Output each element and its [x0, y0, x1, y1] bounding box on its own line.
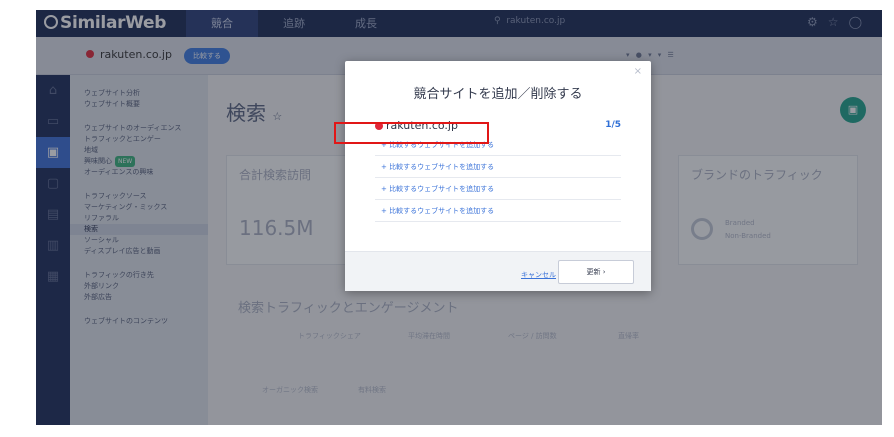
app-window: SimilarWeb 競合 追跡 成長 ⚲ rakuten.co.jp ⚙☆◯ … [36, 10, 882, 425]
add-website-row[interactable]: + 比較するウェブサイトを追加する [375, 156, 621, 178]
modal-title: 競合サイトを追加／削除する [413, 87, 583, 102]
add-website-link[interactable]: + 比較するウェブサイトを追加する [381, 206, 494, 216]
highlight-box [334, 122, 489, 144]
close-icon[interactable]: × [634, 66, 642, 77]
add-website-row[interactable]: + 比較するウェブサイトを追加する [375, 178, 621, 200]
competitors-modal: × 競合サイトを追加／削除する rakuten.co.jp 1/5 + 比較する… [345, 61, 651, 291]
cancel-link[interactable]: キャンセル [521, 270, 556, 280]
add-website-row[interactable]: + 比較するウェブサイトを追加する [375, 200, 621, 222]
update-button[interactable]: 更新 › [558, 260, 634, 284]
site-count: 1/5 [605, 120, 621, 130]
modal-footer: キャンセル 更新 › [345, 251, 651, 291]
add-website-link[interactable]: + 比較するウェブサイトを追加する [381, 162, 494, 172]
add-website-link[interactable]: + 比較するウェブサイトを追加する [381, 184, 494, 194]
